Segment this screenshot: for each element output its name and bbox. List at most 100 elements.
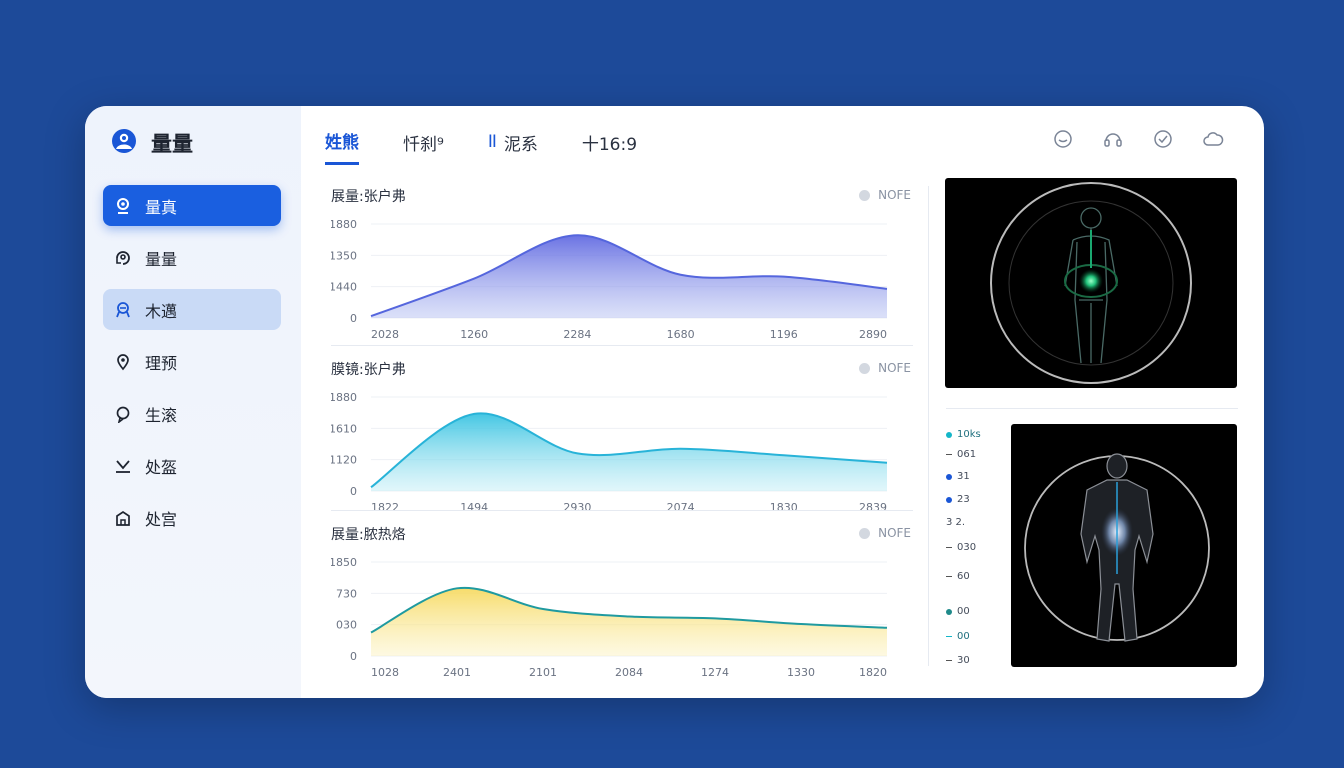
right-divider (946, 408, 1238, 409)
sidebar: 量量 量真 量量 木邁 理预 生滚 处盔 处宫 (85, 106, 301, 698)
series-area (371, 587, 887, 656)
y-tick-label: 0 (350, 650, 357, 663)
x-tick-label: 2284 (563, 328, 591, 341)
sidebar-item-3[interactable]: 理预 (103, 341, 281, 382)
legend-label: 10ks (957, 429, 981, 440)
x-tick-label: 1274 (701, 666, 729, 679)
chart-panel-1: 展量:张户弗 NOFE 1880 1350 1440 0 2028 1260 2284 168… (331, 186, 911, 346)
legend-item: 3 2. (946, 516, 965, 529)
sidebar-item-label: 量真 (145, 197, 178, 217)
legend-item: 061 (946, 448, 976, 461)
chart-2: 1880 1610 1120 0 1822 1494 2930 2074 1830 2839 (331, 391, 888, 514)
x-tick-label: 2028 (371, 328, 399, 341)
vertical-divider (928, 186, 929, 666)
x-tick-label: 2930 (563, 501, 591, 514)
headset-icon[interactable] (1102, 128, 1124, 150)
main-content: 姓熊 忏刹⁹ II 泥系 十16:9 展量:张户弗 NOFE 1880 1350 14… (301, 106, 1264, 698)
legend-label: 061 (957, 449, 977, 460)
x-tick-label: 1494 (460, 501, 488, 514)
panel-note-label: NOFE (878, 361, 911, 375)
tab-marker: II (487, 132, 497, 152)
legend-dot-icon (946, 431, 952, 438)
y-tick-label: 1880 (331, 391, 357, 404)
app-window: 量量 量真 量量 木邁 理预 生滚 处盔 处宫 姓熊 忏刹⁹ II 泥系 十16… (85, 106, 1264, 698)
note-dot-icon (859, 189, 871, 201)
sidebar-item-6[interactable]: 处宫 (103, 497, 281, 538)
tab-0[interactable]: 姓熊 (325, 128, 359, 165)
y-tick-label: 0 (350, 312, 357, 325)
x-tick-label: 2074 (667, 501, 695, 514)
legend-item: 00 (946, 605, 970, 618)
sidebar-item-1[interactable]: 量量 (103, 237, 281, 278)
chart-panel-3: 展量:脓热烙 NOFE 1850 730 030 0 1028 2401 2101 2084 1… (331, 524, 911, 684)
sidebar-item-2[interactable]: 木邁 (103, 289, 281, 330)
legend-dash-icon (946, 547, 952, 548)
sidebar-item-4[interactable]: 生滚 (103, 393, 281, 434)
top-toolbar (1052, 128, 1224, 150)
x-tick-label: 1830 (770, 501, 798, 514)
y-tick-label: 030 (336, 619, 357, 632)
x-tick-label: 2401 (443, 666, 471, 679)
smile-icon[interactable] (1052, 128, 1074, 150)
y-tick-label: 1440 (331, 281, 357, 294)
series-area (371, 235, 887, 318)
x-tick-label: 2839 (859, 501, 887, 514)
legend-dot-icon (946, 473, 952, 480)
tab-3[interactable]: 十16:9 (582, 128, 637, 165)
legend-item: 31 (946, 470, 970, 483)
user-pin-icon (113, 196, 133, 216)
legend-label: 030 (957, 542, 977, 553)
tab-2[interactable]: II 泥系 (488, 128, 538, 165)
check-circle-icon[interactable] (1152, 128, 1174, 150)
legend-item: 030 (946, 541, 976, 554)
y-tick-label: 1850 (331, 556, 357, 569)
legend-label: 60 (957, 571, 970, 582)
chart-panel-2: 膜镜:张户弗 NOFE 1880 1610 1120 0 1822 1494 2930 207… (331, 359, 911, 517)
y-tick-label: 1610 (331, 422, 357, 435)
panel-note-label: NOFE (878, 526, 911, 540)
y-tick-label: 0 (350, 485, 357, 498)
body-scan-image-1[interactable] (945, 178, 1237, 388)
legend-dash-icon (946, 576, 952, 577)
tab-bar: 姓熊 忏刹⁹ II 泥系 十16:9 (325, 128, 681, 165)
x-tick-label: 2890 (859, 328, 887, 341)
brand: 量量 (111, 128, 193, 158)
refresh-person-icon (113, 248, 133, 268)
panel-divider (331, 510, 913, 511)
user-badge-icon (113, 300, 133, 320)
note-dot-icon (859, 527, 871, 539)
location-pin-icon (113, 352, 133, 372)
legend-dash-icon (946, 660, 952, 661)
sidebar-item-label: 处宫 (145, 509, 178, 529)
sidebar-item-label: 木邁 (145, 301, 178, 321)
sidebar-item-label: 生滚 (145, 405, 178, 425)
tab-label: 泥系 (503, 134, 538, 155)
legend-dot-icon (946, 608, 952, 615)
cloud-icon[interactable] (1202, 128, 1224, 150)
logo-icon (111, 128, 137, 158)
panel-title: 膜镜:张户弗 (331, 362, 406, 378)
note-dot-icon (859, 362, 871, 374)
tab-label: 姓熊 (325, 133, 359, 153)
x-tick-label: 1820 (859, 666, 887, 679)
legend-label: 31 (957, 471, 970, 482)
panel-note: NOFE (859, 526, 911, 540)
body-scan-image-2[interactable] (1011, 424, 1237, 667)
x-tick-label: 1196 (770, 328, 798, 341)
sidebar-item-0[interactable]: 量真 (103, 185, 281, 226)
chat-bubble-icon (113, 404, 133, 424)
sidebar-item-label: 量量 (145, 249, 178, 269)
panel-title: 展量:脓热烙 (331, 527, 406, 543)
app-title: 量量 (151, 132, 193, 156)
y-tick-label: 1880 (331, 218, 357, 231)
legend-label: 3 2. (946, 517, 966, 528)
legend-label: 23 (957, 494, 970, 505)
sidebar-item-5[interactable]: 处盔 (103, 445, 281, 486)
building-icon (113, 508, 133, 528)
y-tick-label: 1120 (331, 454, 357, 467)
sidebar-nav: 量真 量量 木邁 理预 生滚 处盔 处宫 (103, 185, 281, 549)
legend-item: 30 (946, 654, 970, 667)
x-tick-label: 2084 (615, 666, 643, 679)
panel-note-label: NOFE (878, 188, 911, 202)
tab-1[interactable]: 忏刹⁹ (403, 128, 444, 165)
